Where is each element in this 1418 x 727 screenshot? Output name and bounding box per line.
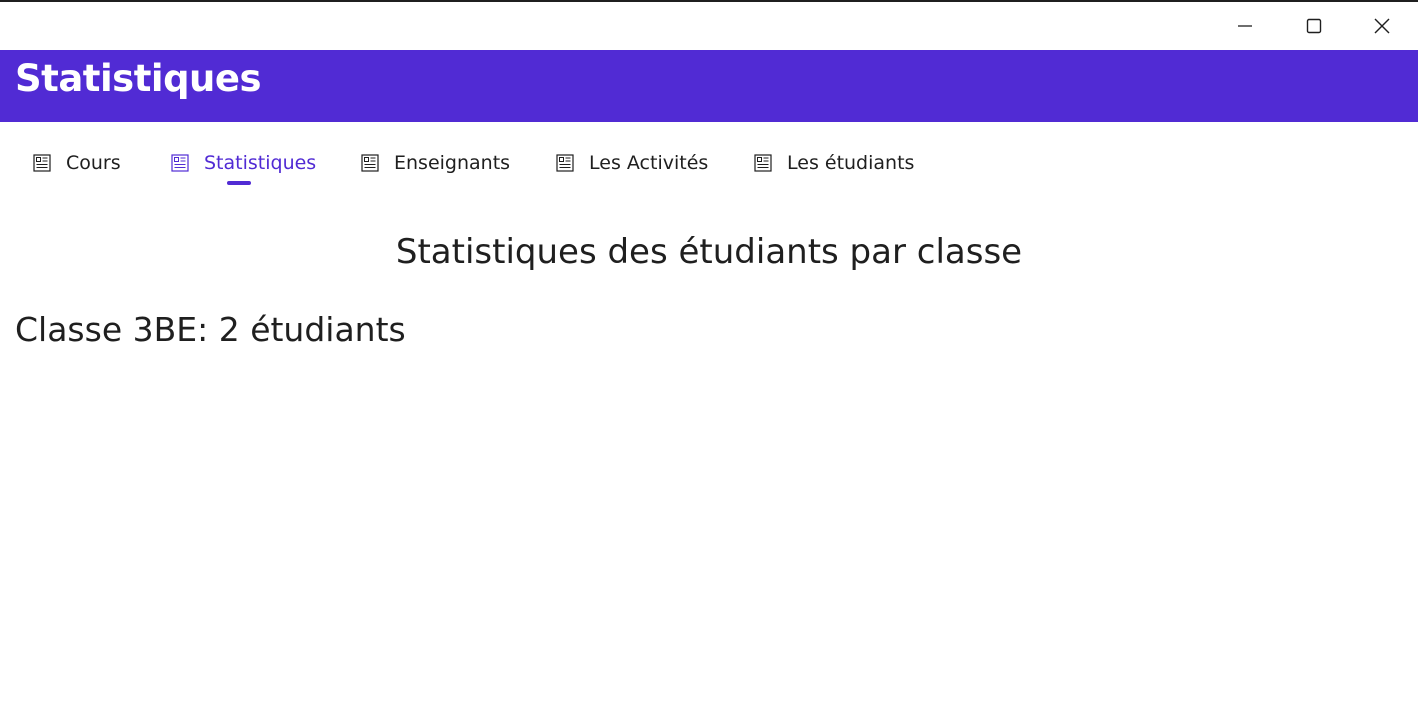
tab-enseignants[interactable]: Enseignants (360, 148, 510, 178)
tab-label: Les Activités (589, 152, 709, 174)
page-title: Statistiques (15, 57, 262, 100)
class-stat-item: Classe 3BE: 2 étudiants (15, 310, 406, 349)
tab-label: Cours (66, 152, 121, 174)
document-icon (170, 153, 190, 173)
tab-label: Enseignants (394, 152, 511, 174)
tab-statistiques[interactable]: Statistiques (170, 148, 316, 178)
active-tab-indicator (227, 181, 251, 185)
title-bar (0, 2, 1418, 50)
tab-etudiants[interactable]: Les étudiants (753, 148, 914, 178)
close-button[interactable] (1348, 2, 1416, 50)
document-icon (555, 153, 575, 173)
minimize-button[interactable] (1211, 2, 1279, 50)
document-icon (360, 153, 380, 173)
document-icon (32, 153, 52, 173)
minimize-icon (1238, 25, 1252, 27)
maximize-button[interactable] (1280, 2, 1348, 50)
tab-label: Statistiques (204, 152, 317, 174)
content-heading: Statistiques des étudiants par classe (395, 232, 1023, 272)
document-icon (753, 153, 773, 173)
tab-label: Les étudiants (787, 152, 915, 174)
maximize-icon (1306, 18, 1322, 34)
tab-bar: Cours Statistiques Enseignants Les Activ… (0, 122, 1418, 192)
app-window: Statistiques Cours Statistiques Enseigna… (0, 0, 1418, 727)
tab-cours[interactable]: Cours (32, 148, 121, 178)
page-header: Statistiques (0, 50, 1418, 122)
close-icon (1374, 18, 1390, 34)
tab-activites[interactable]: Les Activités (555, 148, 708, 178)
